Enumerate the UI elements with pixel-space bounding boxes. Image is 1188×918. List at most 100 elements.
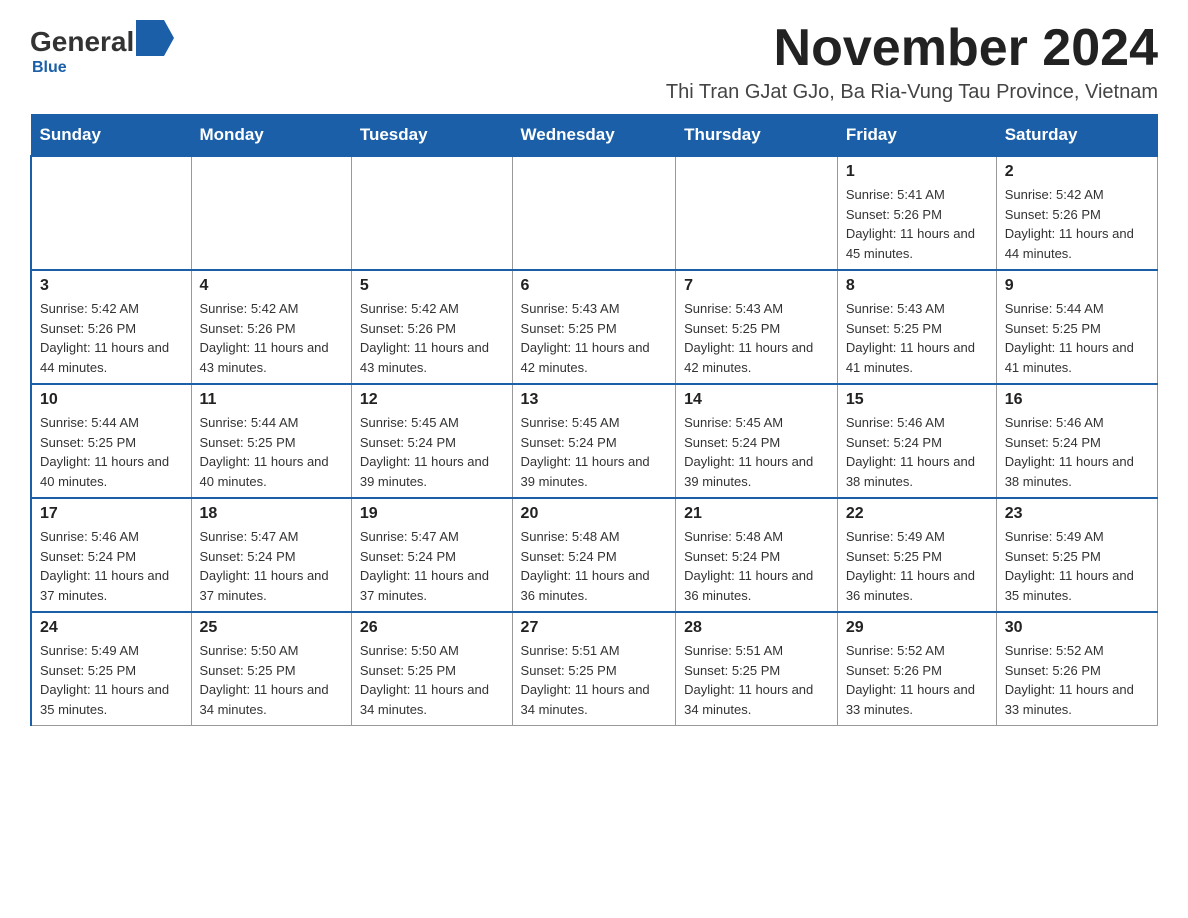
day-info: Sunrise: 5:44 AM Sunset: 5:25 PM Dayligh… — [1005, 299, 1149, 377]
calendar-week-row: 24Sunrise: 5:49 AM Sunset: 5:25 PM Dayli… — [31, 612, 1158, 726]
table-row: 29 Sunrise: 5:52 AM Sunset: 5:26 PM Dayli… — [837, 612, 996, 726]
day-info: Sunrise: 5:52 AM Sunset: 5:26 PM Dayligh… — [1005, 641, 1149, 719]
calendar-week-row: 17Sunrise: 5:46 AM Sunset: 5:24 PM Dayli… — [31, 498, 1158, 612]
calendar-table: Sunday Monday Tuesday Wednesday Thursday… — [30, 114, 1158, 726]
day-number: 29 — [846, 619, 988, 637]
col-saturday: Saturday — [996, 115, 1157, 157]
day-number: 21 — [684, 505, 829, 523]
day-number: 19 — [360, 505, 504, 523]
day-info: Sunrise: 5:47 AM Sunset: 5:24 PM Dayligh… — [360, 527, 504, 605]
day-info: Sunrise: 5:50 AM Sunset: 5:25 PM Dayligh… — [200, 641, 343, 719]
table-row: 16 Sunrise: 5:46 AM Sunset: 5:24 PM Dayli… — [996, 384, 1157, 498]
day-number: 7 — [684, 277, 829, 295]
table-row: 10 Sunrise: 5:44 AM Sunset: 5:25 PM Dayli… — [31, 384, 191, 498]
table-row — [191, 156, 351, 270]
calendar-week-row: 3Sunrise: 5:42 AM Sunset: 5:26 PM Daylig… — [31, 270, 1158, 384]
table-row: 22Sunrise: 5:49 AM Sunset: 5:25 PM Dayli… — [837, 498, 996, 612]
day-number: 6 — [521, 277, 668, 295]
day-info: Sunrise: 5:49 AM Sunset: 5:25 PM Dayligh… — [1005, 527, 1149, 605]
table-row: 11 Sunrise: 5:44 AM Sunset: 5:25 PM Dayli… — [191, 384, 351, 498]
day-number: 14 — [684, 391, 829, 409]
table-row: 13 Sunrise: 5:45 AM Sunset: 5:24 PM Dayli… — [512, 384, 676, 498]
day-number: 8 — [846, 277, 988, 295]
table-row: 23 Sunrise: 5:49 AM Sunset: 5:25 PM Dayli… — [996, 498, 1157, 612]
calendar-week-row: 1Sunrise: 5:41 AM Sunset: 5:26 PM Daylig… — [31, 156, 1158, 270]
table-row — [351, 156, 512, 270]
day-info: Sunrise: 5:44 AM Sunset: 5:25 PM Dayligh… — [200, 413, 343, 491]
table-row: 26Sunrise: 5:50 AM Sunset: 5:25 PM Dayli… — [351, 612, 512, 726]
calendar-header: Sunday Monday Tuesday Wednesday Thursday… — [31, 115, 1158, 157]
day-info: Sunrise: 5:47 AM Sunset: 5:24 PM Dayligh… — [200, 527, 343, 605]
day-number: 27 — [521, 619, 668, 637]
main-title: November 2024 — [666, 20, 1158, 77]
page-wrapper: General Blue November 2024 Thi Tran GJat… — [0, 0, 1188, 756]
table-row: 15 Sunrise: 5:46 AM Sunset: 5:24 PM Dayli… — [837, 384, 996, 498]
day-number: 15 — [846, 391, 988, 409]
table-row — [512, 156, 676, 270]
day-info: Sunrise: 5:46 AM Sunset: 5:24 PM Dayligh… — [846, 413, 988, 491]
day-info: Sunrise: 5:42 AM Sunset: 5:26 PM Dayligh… — [1005, 185, 1149, 263]
day-info: Sunrise: 5:46 AM Sunset: 5:24 PM Dayligh… — [1005, 413, 1149, 491]
day-info: Sunrise: 5:43 AM Sunset: 5:25 PM Dayligh… — [846, 299, 988, 377]
day-info: Sunrise: 5:51 AM Sunset: 5:25 PM Dayligh… — [521, 641, 668, 719]
day-number: 9 — [1005, 277, 1149, 295]
table-row: 2 Sunrise: 5:42 AM Sunset: 5:26 PM Daylig… — [996, 156, 1157, 270]
col-wednesday: Wednesday — [512, 115, 676, 157]
day-number: 18 — [200, 505, 343, 523]
day-number: 16 — [1005, 391, 1149, 409]
table-row: 28 Sunrise: 5:51 AM Sunset: 5:25 PM Dayli… — [676, 612, 838, 726]
day-info: Sunrise: 5:45 AM Sunset: 5:24 PM Dayligh… — [521, 413, 668, 491]
table-row: 21 Sunrise: 5:48 AM Sunset: 5:24 PM Dayli… — [676, 498, 838, 612]
day-number: 5 — [360, 277, 504, 295]
day-info: Sunrise: 5:42 AM Sunset: 5:26 PM Dayligh… — [40, 299, 183, 377]
table-row: 14 Sunrise: 5:45 AM Sunset: 5:24 PM Dayli… — [676, 384, 838, 498]
day-info: Sunrise: 5:52 AM Sunset: 5:26 PM Dayligh… — [846, 641, 988, 719]
day-info: Sunrise: 5:45 AM Sunset: 5:24 PM Dayligh… — [684, 413, 829, 491]
day-number: 28 — [684, 619, 829, 637]
day-number: 26 — [360, 619, 504, 637]
table-row: 25 Sunrise: 5:50 AM Sunset: 5:25 PM Dayli… — [191, 612, 351, 726]
table-row: 5Sunrise: 5:42 AM Sunset: 5:26 PM Daylig… — [351, 270, 512, 384]
day-info: Sunrise: 5:45 AM Sunset: 5:24 PM Dayligh… — [360, 413, 504, 491]
day-info: Sunrise: 5:42 AM Sunset: 5:26 PM Dayligh… — [200, 299, 343, 377]
logo-underline: Blue — [32, 59, 67, 77]
col-tuesday: Tuesday — [351, 115, 512, 157]
day-number: 24 — [40, 619, 183, 637]
day-number: 22 — [846, 505, 988, 523]
day-number: 11 — [200, 391, 343, 409]
table-row — [31, 156, 191, 270]
header-row: Sunday Monday Tuesday Wednesday Thursday… — [31, 115, 1158, 157]
logo-blue-block — [136, 20, 174, 63]
day-number: 13 — [521, 391, 668, 409]
col-friday: Friday — [837, 115, 996, 157]
subtitle: Thi Tran GJat GJo, Ba Ria-Vung Tau Provi… — [666, 81, 1158, 104]
day-info: Sunrise: 5:43 AM Sunset: 5:25 PM Dayligh… — [521, 299, 668, 377]
col-monday: Monday — [191, 115, 351, 157]
day-info: Sunrise: 5:43 AM Sunset: 5:25 PM Dayligh… — [684, 299, 829, 377]
day-info: Sunrise: 5:46 AM Sunset: 5:24 PM Dayligh… — [40, 527, 183, 605]
day-number: 10 — [40, 391, 183, 409]
table-row: 9 Sunrise: 5:44 AM Sunset: 5:25 PM Daylig… — [996, 270, 1157, 384]
logo-general-text: General — [30, 26, 134, 58]
table-row: 3Sunrise: 5:42 AM Sunset: 5:26 PM Daylig… — [31, 270, 191, 384]
table-row: 8 Sunrise: 5:43 AM Sunset: 5:25 PM Daylig… — [837, 270, 996, 384]
col-thursday: Thursday — [676, 115, 838, 157]
table-row: 6 Sunrise: 5:43 AM Sunset: 5:25 PM Daylig… — [512, 270, 676, 384]
logo-icon — [136, 20, 174, 56]
day-info: Sunrise: 5:44 AM Sunset: 5:25 PM Dayligh… — [40, 413, 183, 491]
table-row: 4Sunrise: 5:42 AM Sunset: 5:26 PM Daylig… — [191, 270, 351, 384]
day-number: 25 — [200, 619, 343, 637]
table-row: 7 Sunrise: 5:43 AM Sunset: 5:25 PM Daylig… — [676, 270, 838, 384]
day-number: 2 — [1005, 163, 1149, 181]
table-row: 30Sunrise: 5:52 AM Sunset: 5:26 PM Dayli… — [996, 612, 1157, 726]
logo-area: General Blue — [30, 20, 174, 77]
table-row: 18 Sunrise: 5:47 AM Sunset: 5:24 PM Dayli… — [191, 498, 351, 612]
table-row: 1Sunrise: 5:41 AM Sunset: 5:26 PM Daylig… — [837, 156, 996, 270]
table-row: 24Sunrise: 5:49 AM Sunset: 5:25 PM Dayli… — [31, 612, 191, 726]
day-info: Sunrise: 5:48 AM Sunset: 5:24 PM Dayligh… — [684, 527, 829, 605]
col-sunday: Sunday — [31, 115, 191, 157]
day-number: 23 — [1005, 505, 1149, 523]
day-info: Sunrise: 5:51 AM Sunset: 5:25 PM Dayligh… — [684, 641, 829, 719]
calendar-body: 1Sunrise: 5:41 AM Sunset: 5:26 PM Daylig… — [31, 156, 1158, 726]
day-number: 20 — [521, 505, 668, 523]
